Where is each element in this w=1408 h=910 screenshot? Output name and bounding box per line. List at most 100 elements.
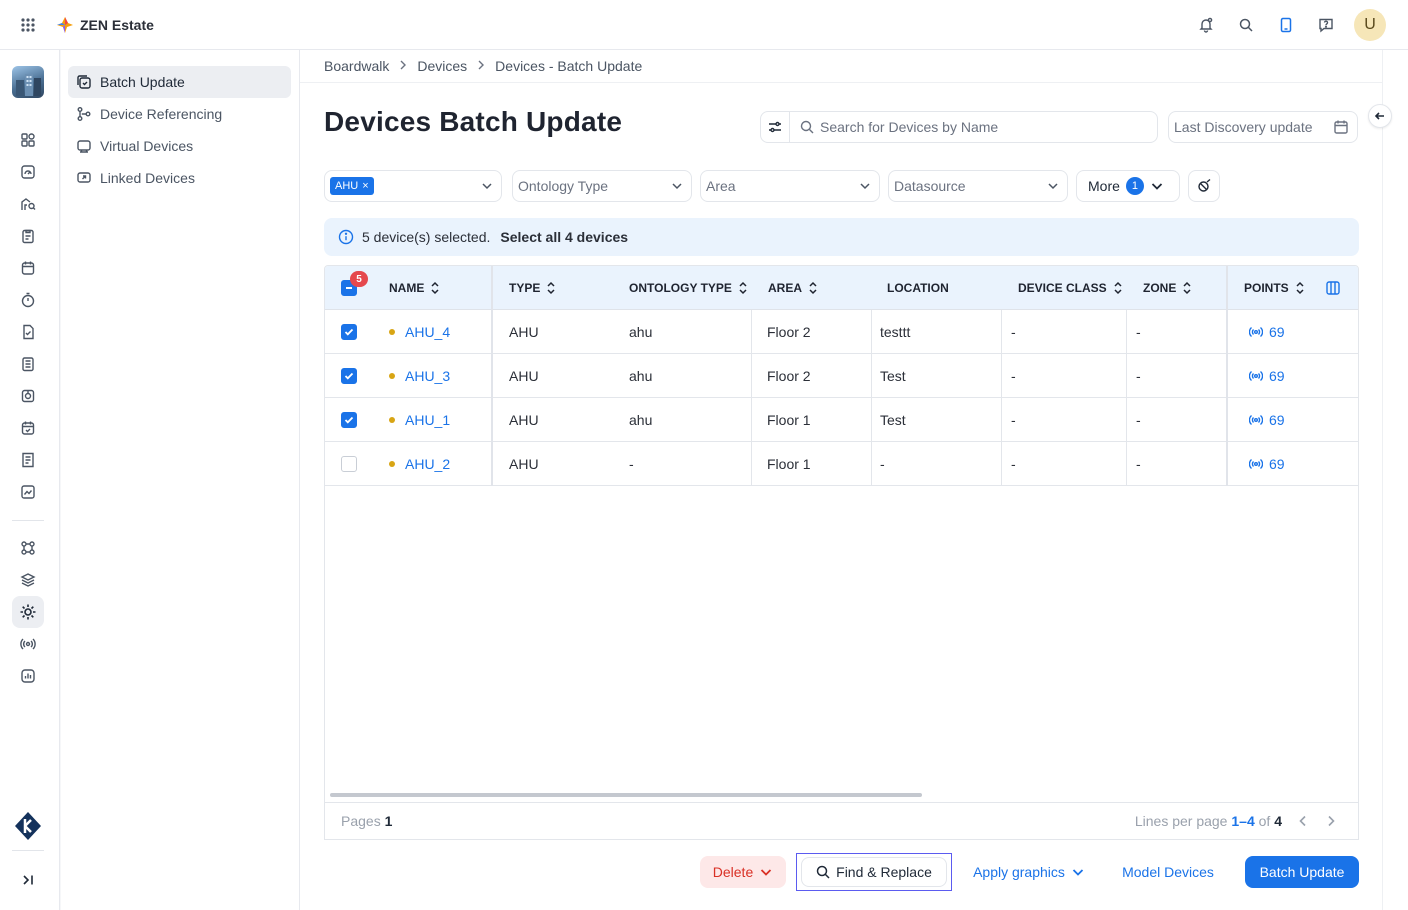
- close-icon[interactable]: ×: [362, 180, 368, 192]
- model-devices-button[interactable]: Model Devices: [1108, 856, 1228, 888]
- sort-icon[interactable]: [1182, 281, 1192, 295]
- type-filter-chip[interactable]: AHU ×: [330, 177, 374, 195]
- more-filters-button[interactable]: More 1: [1076, 170, 1180, 202]
- table-row[interactable]: AHU_3 AHU ahu Floor 2 Test - - 69: [325, 354, 1358, 398]
- points-link[interactable]: 69: [1249, 412, 1285, 428]
- column-header-location[interactable]: LOCATION: [887, 266, 949, 310]
- column-header-zone[interactable]: ZONE: [1143, 266, 1192, 310]
- notifications-icon[interactable]: [1186, 9, 1226, 41]
- search-icon[interactable]: [1226, 9, 1266, 41]
- device-name-link[interactable]: AHU_4: [405, 324, 450, 340]
- delete-button[interactable]: Delete: [700, 856, 786, 888]
- row-checkbox[interactable]: [341, 368, 357, 384]
- chart-image-icon[interactable]: [18, 482, 38, 502]
- collapse-panel-button[interactable]: [1368, 104, 1392, 128]
- sort-icon[interactable]: [430, 281, 440, 295]
- filter-settings-button[interactable]: [760, 111, 790, 143]
- building-thumbnail[interactable]: [12, 66, 44, 98]
- column-header-points[interactable]: POINTS: [1244, 266, 1305, 310]
- nodes-icon[interactable]: [18, 538, 38, 558]
- report-icon[interactable]: [18, 450, 38, 470]
- device-name-cell[interactable]: AHU_3: [389, 354, 450, 398]
- column-header-name[interactable]: NAME: [389, 266, 440, 310]
- device-name-link[interactable]: AHU_2: [405, 456, 450, 472]
- help-chat-icon[interactable]: [1306, 9, 1346, 41]
- user-avatar[interactable]: U: [1354, 9, 1386, 41]
- sort-icon[interactable]: [808, 281, 818, 295]
- points-cell[interactable]: 69: [1249, 398, 1285, 442]
- clipboard-icon[interactable]: [18, 226, 38, 246]
- select-all-link[interactable]: Select all 4 devices: [500, 229, 628, 245]
- points-link[interactable]: 69: [1249, 368, 1285, 384]
- datasource-select[interactable]: Datasource: [888, 170, 1068, 202]
- app-logo[interactable]: ZEN Estate: [56, 16, 154, 34]
- table-row[interactable]: AHU_1 AHU ahu Floor 1 Test - - 69: [325, 398, 1358, 442]
- lines-range[interactable]: 1–4: [1231, 813, 1254, 829]
- timer-icon[interactable]: [18, 290, 38, 310]
- calendar-check-icon[interactable]: [18, 418, 38, 438]
- subnav-item-device-referencing[interactable]: Device Referencing: [68, 98, 291, 130]
- document-list-icon[interactable]: [18, 354, 38, 374]
- horizontal-scrollbar[interactable]: [330, 793, 922, 797]
- devices-settings-icon[interactable]: [12, 596, 44, 628]
- gauge-icon[interactable]: [18, 162, 38, 182]
- breadcrumb-item[interactable]: Boardwalk: [324, 58, 389, 74]
- row-checkbox-cell[interactable]: [341, 354, 357, 398]
- area-select[interactable]: Area: [700, 170, 880, 202]
- device-name-link[interactable]: AHU_3: [405, 368, 450, 384]
- tablet-icon[interactable]: [1266, 9, 1306, 41]
- breadcrumb-item[interactable]: Devices: [417, 58, 467, 74]
- dashboard-icon[interactable]: [18, 130, 38, 150]
- select-all-checkbox-cell[interactable]: 5: [341, 266, 368, 310]
- file-check-icon[interactable]: [18, 322, 38, 342]
- device-name-cell[interactable]: AHU_4: [389, 310, 450, 354]
- points-link[interactable]: 69: [1249, 324, 1285, 340]
- clear-filters-button[interactable]: [1188, 170, 1220, 202]
- subnav-item-linked-devices[interactable]: Linked Devices: [68, 162, 291, 194]
- sort-icon[interactable]: [738, 281, 748, 295]
- table-row[interactable]: AHU_2 AHU - Floor 1 - - - 69: [325, 442, 1358, 486]
- device-name-cell[interactable]: AHU_1: [389, 398, 450, 442]
- previous-page-icon[interactable]: [1298, 815, 1308, 827]
- subnav-item-batch-update[interactable]: Batch Update: [68, 66, 291, 98]
- ontology-type-select[interactable]: Ontology Type: [512, 170, 692, 202]
- app-grid-icon[interactable]: [0, 0, 56, 50]
- brand-k-icon[interactable]: [12, 810, 44, 842]
- column-header-ontology-type[interactable]: ONTOLOGY TYPE: [629, 266, 748, 310]
- broadcast-icon[interactable]: [18, 634, 38, 654]
- column-header-device-class[interactable]: DEVICE CLASS: [1018, 266, 1123, 310]
- building-search-icon[interactable]: [18, 194, 38, 214]
- expand-sidebar-icon[interactable]: [18, 870, 38, 890]
- sort-icon[interactable]: [1113, 281, 1123, 295]
- row-checkbox[interactable]: [341, 412, 357, 428]
- table-row[interactable]: AHU_4 AHU ahu Floor 2 testtt - - 69: [325, 310, 1358, 354]
- device-search-input[interactable]: Search for Devices by Name: [790, 111, 1158, 143]
- type-filter-select[interactable]: AHU ×: [324, 170, 502, 202]
- last-discovery-date-picker[interactable]: Last Discovery update: [1168, 111, 1358, 143]
- apply-graphics-button[interactable]: Apply graphics: [964, 856, 1094, 888]
- column-header-area[interactable]: AREA: [768, 266, 818, 310]
- device-name-link[interactable]: AHU_1: [405, 412, 450, 428]
- row-checkbox-cell[interactable]: [341, 310, 357, 354]
- layers-icon[interactable]: [18, 570, 38, 590]
- package-icon[interactable]: [18, 386, 38, 406]
- points-cell[interactable]: 69: [1249, 354, 1285, 398]
- row-checkbox[interactable]: [341, 456, 357, 472]
- points-cell[interactable]: 69: [1249, 442, 1285, 486]
- points-link[interactable]: 69: [1249, 456, 1285, 472]
- find-replace-button[interactable]: Find & Replace: [796, 853, 952, 891]
- device-name-cell[interactable]: AHU_2: [389, 442, 450, 486]
- sort-icon[interactable]: [1295, 281, 1305, 295]
- next-page-icon[interactable]: [1326, 815, 1336, 827]
- subnav-item-virtual-devices[interactable]: Virtual Devices: [68, 130, 291, 162]
- row-checkbox-cell[interactable]: [341, 442, 357, 486]
- row-checkbox[interactable]: [341, 324, 357, 340]
- sort-icon[interactable]: [546, 281, 556, 295]
- calendar-icon[interactable]: [18, 258, 38, 278]
- points-cell[interactable]: 69: [1249, 310, 1285, 354]
- row-checkbox-cell[interactable]: [341, 398, 357, 442]
- column-settings-button[interactable]: [1325, 266, 1341, 310]
- column-header-type[interactable]: TYPE: [509, 266, 556, 310]
- batch-update-button[interactable]: Batch Update: [1245, 856, 1359, 888]
- meter-icon[interactable]: [18, 666, 38, 686]
